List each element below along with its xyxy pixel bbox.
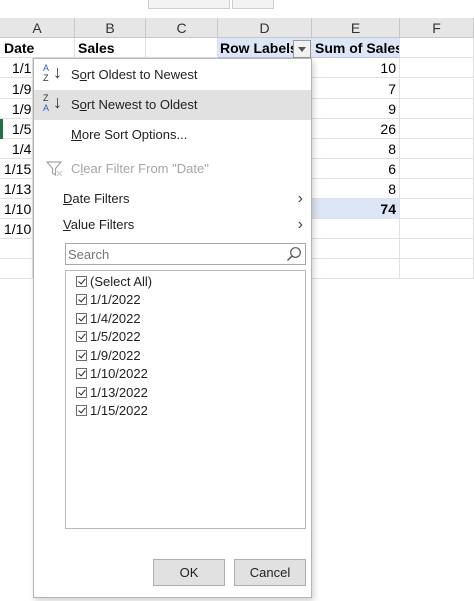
menu-item-label: More Sort Options...: [71, 127, 188, 142]
active-cell-marker: [0, 119, 3, 139]
cell-a1[interactable]: Date: [0, 38, 75, 58]
funnel-clear-icon: [46, 161, 63, 177]
more-sort-options-item[interactable]: More Sort Options...: [34, 120, 311, 150]
sort-newest-to-oldest-item[interactable]: Z A ↓ Sort Newest to Oldest: [34, 90, 311, 120]
column-header-a[interactable]: A: [0, 18, 75, 38]
date-cell[interactable]: 1/10: [0, 219, 33, 239]
ribbon-tab-edge: [232, 0, 274, 9]
search-box[interactable]: [65, 243, 306, 265]
pivot-sum-of-sales-header[interactable]: Sum of Sales: [312, 38, 400, 58]
empty-cell[interactable]: [400, 58, 474, 78]
option-label: (Select All): [90, 274, 153, 289]
pivot-value-cell[interactable]: 6: [312, 159, 400, 179]
checkbox[interactable]: [76, 350, 87, 361]
ribbon-edge: [0, 0, 474, 18]
chevron-right-icon: ›: [297, 216, 303, 233]
option-label: 1/5/2022: [90, 329, 141, 344]
empty-cell[interactable]: [400, 179, 474, 199]
checkbox[interactable]: [76, 313, 87, 324]
pivot-value-cell[interactable]: 7: [312, 79, 400, 99]
checkbox[interactable]: [76, 387, 87, 398]
date-cell[interactable]: 1/10: [0, 199, 33, 219]
option-label: 1/13/2022: [90, 385, 148, 400]
column-header-f[interactable]: F: [400, 18, 474, 38]
pivot-value-cell[interactable]: 10: [312, 58, 400, 78]
dropdown-arrow-icon[interactable]: [293, 40, 311, 58]
empty-cell[interactable]: [312, 239, 400, 259]
pivot-grand-total-cell[interactable]: 74: [312, 199, 400, 219]
date-cell[interactable]: 1/15: [0, 159, 33, 179]
empty-cell[interactable]: [400, 219, 474, 239]
filter-values-list[interactable]: (Select All) 1/1/2022 1/4/2022 1/5/2022 …: [65, 270, 306, 529]
empty-cell[interactable]: [400, 159, 474, 179]
search-input[interactable]: [66, 244, 278, 264]
empty-cell[interactable]: [400, 139, 474, 159]
magnifier-icon[interactable]: [286, 246, 302, 262]
checkbox[interactable]: [76, 368, 87, 379]
empty-cell[interactable]: [400, 119, 474, 139]
menu-item-label: Sort Oldest to Newest: [71, 67, 198, 82]
date-cell[interactable]: 1/9: [0, 99, 33, 119]
column-header-e[interactable]: E: [312, 18, 400, 38]
empty-cell[interactable]: [312, 259, 400, 279]
sort-a-to-z-icon: A Z ↓: [43, 62, 62, 83]
checkbox[interactable]: [76, 331, 87, 342]
option-label: 1/4/2022: [90, 311, 141, 326]
option-label: 1/1/2022: [90, 292, 141, 307]
menu-item-label: Clear Filter From "Date": [71, 161, 209, 176]
ok-button[interactable]: OK: [153, 559, 225, 586]
pivot-value-cell[interactable]: 8: [312, 139, 400, 159]
cancel-button[interactable]: Cancel: [234, 559, 306, 586]
sort-z-to-a-icon: Z A ↓: [43, 92, 62, 113]
empty-cell[interactable]: [400, 99, 474, 119]
sort-oldest-to-newest-item[interactable]: A Z ↓ Sort Oldest to Newest: [34, 60, 311, 90]
empty-cell[interactable]: [312, 219, 400, 239]
checkbox[interactable]: [76, 294, 87, 305]
empty-cell[interactable]: [400, 259, 474, 279]
empty-cell: [0, 239, 33, 259]
column-header-c[interactable]: C: [146, 18, 218, 38]
date-cell[interactable]: 1/5: [0, 119, 33, 139]
menu-item-label: Sort Newest to Oldest: [71, 97, 198, 112]
empty-cell[interactable]: [400, 79, 474, 99]
empty-cell[interactable]: [400, 199, 474, 219]
option-label: 1/15/2022: [90, 403, 148, 418]
value-filters-item[interactable]: Value Filters ›: [34, 210, 311, 240]
clear-filter-item[interactable]: Clear Filter From "Date": [34, 154, 311, 184]
menu-item-label: Value Filters: [63, 217, 135, 232]
pivot-value-cell[interactable]: 26: [312, 119, 400, 139]
date-cell[interactable]: 1/9: [0, 79, 33, 99]
checkbox[interactable]: [76, 405, 87, 416]
checkbox[interactable]: [76, 276, 87, 287]
pivot-value-cell[interactable]: 8: [312, 179, 400, 199]
cell-b1[interactable]: Sales: [75, 38, 146, 58]
ribbon-tab-edge: [148, 0, 230, 9]
empty-cell: [0, 259, 33, 279]
cell-c1[interactable]: [146, 38, 218, 58]
empty-cell[interactable]: [400, 239, 474, 259]
option-label: 1/9/2022: [90, 348, 141, 363]
pivot-value-cell[interactable]: 9: [312, 99, 400, 119]
column-header-d[interactable]: D: [218, 18, 312, 38]
date-cell[interactable]: 1/13: [0, 179, 33, 199]
date-cell[interactable]: 1/4: [0, 139, 33, 159]
option-label: 1/10/2022: [90, 366, 148, 381]
date-cell[interactable]: 1/1: [0, 58, 33, 78]
column-header-b[interactable]: B: [75, 18, 146, 38]
cell-f1[interactable]: [400, 38, 474, 58]
autofilter-dropdown: A Z ↓ Sort Oldest to Newest Z A ↓ Sort Newes…: [33, 58, 312, 598]
